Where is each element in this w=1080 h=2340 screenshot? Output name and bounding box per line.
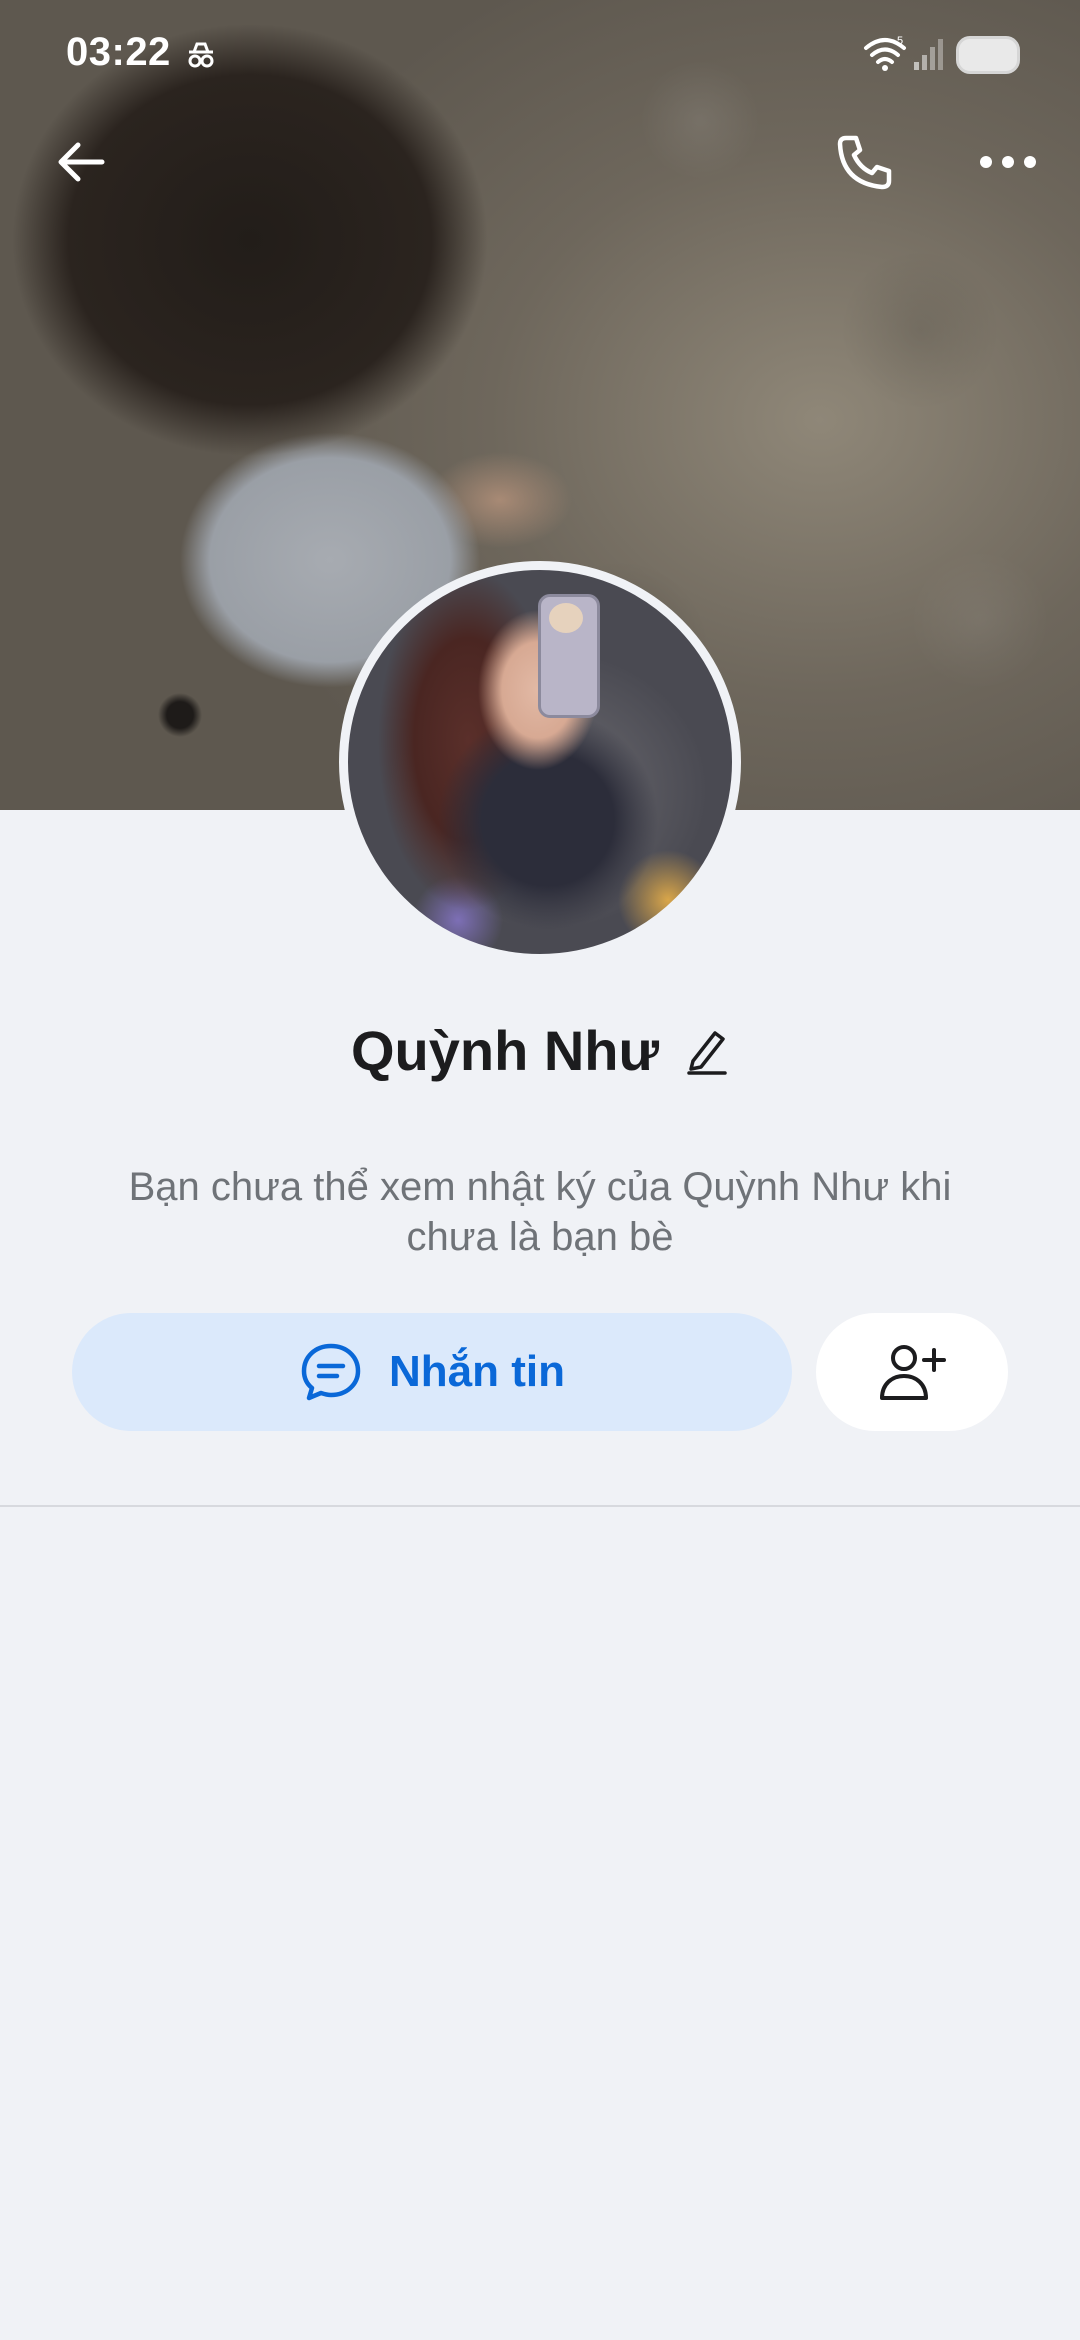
chat-bubble-icon [301, 1343, 361, 1401]
profile-screen: 03:22 5 Quỳnh Như Bạn chưa thể xem nhật … [0, 0, 1080, 2340]
wifi-icon: 5 [864, 35, 906, 71]
profile-name: Quỳnh Như [350, 1018, 660, 1082]
back-button[interactable] [42, 122, 122, 202]
more-dots-icon [980, 156, 1036, 168]
back-arrow-icon [58, 142, 105, 182]
call-button[interactable] [824, 122, 904, 202]
add-user-icon [880, 1345, 946, 1400]
incognito-icon [188, 42, 214, 68]
edit-pencil-icon[interactable] [685, 1025, 729, 1075]
add-friend-button[interactable] [816, 1313, 1008, 1431]
watermark-logo [380, 1120, 710, 1200]
status-time: 03:22 [66, 30, 171, 74]
avatar-phone-shape [538, 594, 600, 718]
section-divider [0, 1505, 1080, 1507]
signal-icon [914, 39, 943, 70]
message-button-label: Nhắn tin [389, 1347, 565, 1396]
profile-avatar[interactable] [339, 561, 741, 963]
more-button[interactable] [968, 122, 1048, 202]
status-bar: 03:22 5 [0, 0, 1080, 110]
profile-name-row: Quỳnh Như [0, 1010, 1080, 1090]
phone-icon [837, 135, 892, 190]
message-button[interactable]: Nhắn tin [72, 1313, 792, 1431]
wifi-label: 5 [897, 35, 903, 47]
battery-icon [956, 36, 1020, 74]
